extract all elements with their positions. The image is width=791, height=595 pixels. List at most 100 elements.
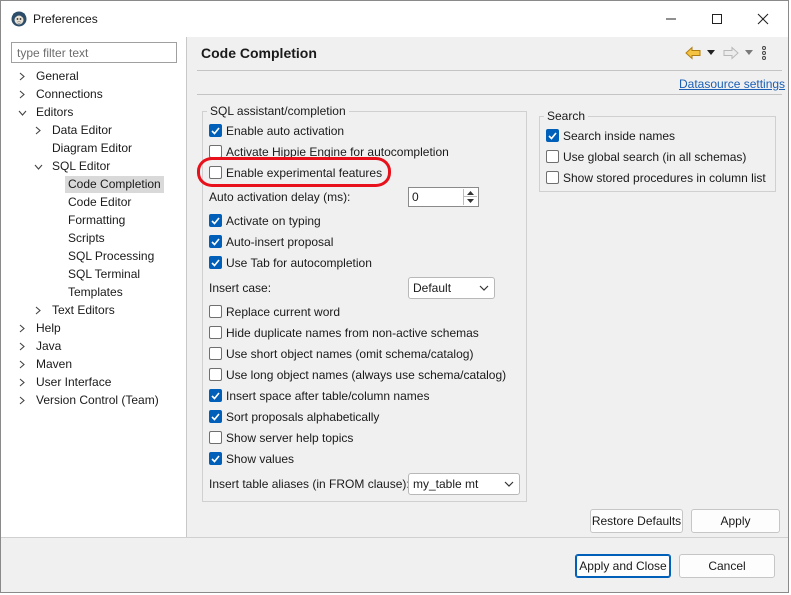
checkbox-box[interactable] xyxy=(209,166,222,179)
tree-item[interactable]: Text Editors xyxy=(33,302,118,319)
checkbox-box[interactable] xyxy=(209,368,222,381)
activate-on-typing-checkbox[interactable]: Activate on typing xyxy=(209,212,321,229)
back-arrow-icon[interactable] xyxy=(685,46,701,60)
back-dropdown-icon[interactable] xyxy=(707,50,715,56)
hide-duplicates-checkbox[interactable]: Hide duplicate names from non-active sch… xyxy=(209,324,479,341)
tree-item[interactable]: SQL Processing xyxy=(49,248,157,265)
global-search-checkbox[interactable]: Use global search (in all schemas) xyxy=(546,148,746,165)
checkbox-box[interactable] xyxy=(209,256,222,269)
sort-alpha-checkbox[interactable]: Sort proposals alphabetically xyxy=(209,408,379,425)
tree-item-label: Java xyxy=(36,339,62,353)
datasource-settings-link[interactable]: Datasource settings xyxy=(679,77,785,91)
checkbox-box[interactable] xyxy=(209,145,222,158)
checkbox-box[interactable] xyxy=(209,410,222,423)
replace-word-checkbox[interactable]: Replace current word xyxy=(209,303,340,320)
chevron-right-icon[interactable] xyxy=(17,68,27,85)
checkbox-box[interactable] xyxy=(209,326,222,339)
forward-dropdown-icon[interactable] xyxy=(745,50,753,56)
checkbox-box[interactable] xyxy=(209,431,222,444)
aliases-select[interactable]: my_table mt xyxy=(408,473,520,495)
checkbox-box[interactable] xyxy=(209,347,222,360)
chevron-right-icon[interactable] xyxy=(17,338,27,355)
chevron-down-icon xyxy=(499,481,519,487)
delay-spinner[interactable] xyxy=(408,187,479,207)
apply-and-close-button[interactable]: Apply and Close xyxy=(575,554,671,578)
chevron-down-icon[interactable] xyxy=(17,104,27,121)
insert-case-select[interactable]: Default xyxy=(408,277,495,299)
chevron-right-icon[interactable] xyxy=(17,356,27,373)
close-button[interactable] xyxy=(740,1,786,37)
maximize-button[interactable] xyxy=(694,1,740,37)
checkbox-box[interactable] xyxy=(209,124,222,137)
tree-item[interactable]: SQL Editor xyxy=(33,158,113,175)
checkbox-box[interactable] xyxy=(546,171,559,184)
tree-item[interactable]: SQL Terminal xyxy=(49,266,143,283)
chevron-right-icon[interactable] xyxy=(17,320,27,337)
tree-item[interactable]: Scripts xyxy=(49,230,108,247)
checkbox-label: Auto-insert proposal xyxy=(226,234,334,249)
server-help-checkbox[interactable]: Show server help topics xyxy=(209,429,353,446)
tree-item[interactable]: Version Control (Team) xyxy=(17,392,162,409)
checkbox-label: Show server help topics xyxy=(226,430,354,445)
spin-down-icon[interactable] xyxy=(464,197,477,205)
tree-item[interactable]: Editors xyxy=(17,104,76,121)
tree-item-label: User Interface xyxy=(36,375,112,389)
checkbox-box[interactable] xyxy=(209,214,222,227)
tree-item[interactable]: Data Editor xyxy=(33,122,115,139)
page-navigation-toolbar xyxy=(685,45,766,61)
short-names-checkbox[interactable]: Use short object names (omit schema/cata… xyxy=(209,345,473,362)
view-menu-icon[interactable] xyxy=(762,46,766,60)
tree-item-label: Scripts xyxy=(68,231,105,245)
stored-procs-checkbox[interactable]: Show stored procedures in column list xyxy=(546,169,766,186)
tree-item[interactable]: Code Editor xyxy=(49,194,134,211)
enable-auto-activation-checkbox[interactable]: Enable auto activation xyxy=(209,122,344,139)
use-tab-checkbox[interactable]: Use Tab for autocompletion xyxy=(209,254,372,271)
chevron-right-icon[interactable] xyxy=(33,122,43,139)
chevron-right-icon[interactable] xyxy=(17,392,27,409)
page-title: Code Completion xyxy=(201,45,317,61)
cancel-button[interactable]: Cancel xyxy=(679,554,775,578)
tree-item-label: SQL Terminal xyxy=(68,267,141,281)
inside-names-checkbox[interactable]: Search inside names xyxy=(546,127,675,144)
delay-input[interactable] xyxy=(409,188,463,206)
chevron-right-icon[interactable] xyxy=(17,86,27,103)
auto-insert-checkbox[interactable]: Auto-insert proposal xyxy=(209,233,333,250)
checkbox-label: Hide duplicate names from non-active sch… xyxy=(226,325,479,340)
hippie-engine-checkbox[interactable]: Activate Hippie Engine for autocompletio… xyxy=(209,143,449,160)
checkbox-box[interactable] xyxy=(546,129,559,142)
tree-item[interactable]: General xyxy=(17,68,82,85)
tree-item[interactable]: Help xyxy=(17,320,64,337)
tree-item[interactable]: Diagram Editor xyxy=(33,140,135,157)
checkbox-box[interactable] xyxy=(209,452,222,465)
tree-item[interactable]: Connections xyxy=(17,86,106,103)
tree-item[interactable]: Formatting xyxy=(49,212,128,229)
tree-item[interactable]: User Interface xyxy=(17,374,114,391)
long-names-checkbox[interactable]: Use long object names (always use schema… xyxy=(209,366,506,383)
forward-arrow-icon[interactable] xyxy=(723,46,739,60)
checkbox-box[interactable] xyxy=(209,305,222,318)
insert-space-checkbox[interactable]: Insert space after table/column names xyxy=(209,387,429,404)
tree-item-label: General xyxy=(36,69,79,83)
filter-input[interactable] xyxy=(11,42,177,63)
checkbox-box[interactable] xyxy=(209,235,222,248)
tree-item[interactable]: Java xyxy=(17,338,64,355)
spin-up-icon[interactable] xyxy=(464,189,477,197)
tree-item[interactable]: Templates xyxy=(49,284,126,301)
tree-item[interactable]: Maven xyxy=(17,356,75,373)
apply-button[interactable]: Apply xyxy=(691,509,780,533)
checkbox-label: Use Tab for autocompletion xyxy=(226,255,372,270)
checkbox-box[interactable] xyxy=(546,150,559,163)
chevron-down-icon[interactable] xyxy=(33,158,43,175)
experimental-checkbox[interactable]: Enable experimental features xyxy=(209,164,382,181)
chevron-right-icon[interactable] xyxy=(17,374,27,391)
tree-item[interactable]: Code Completion xyxy=(49,176,164,193)
chevron-right-icon[interactable] xyxy=(33,302,43,319)
minimize-button[interactable] xyxy=(648,1,694,37)
restore-defaults-button[interactable]: Restore Defaults xyxy=(590,509,683,533)
search-legend: Search xyxy=(547,109,586,123)
checkbox-box[interactable] xyxy=(209,389,222,402)
show-values-checkbox[interactable]: Show values xyxy=(209,450,294,467)
